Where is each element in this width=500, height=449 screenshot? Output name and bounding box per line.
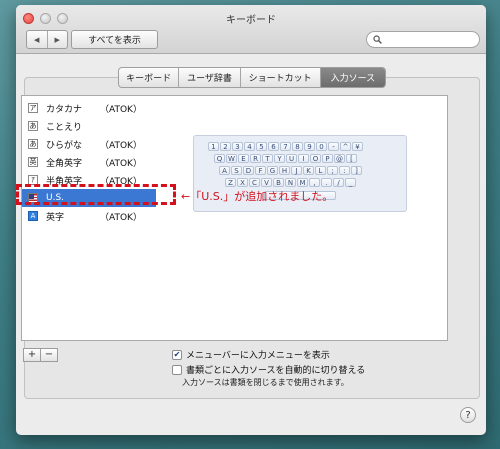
forward-button[interactable]: ▶ — [46, 31, 68, 48]
keyboard-key: M — [297, 178, 308, 187]
keyboard-key: ; — [327, 166, 338, 175]
keyboard-key: . — [321, 178, 332, 187]
keyboard-key: P — [322, 154, 333, 163]
list-item[interactable]: 英 全角英字 （ATOK） — [22, 153, 156, 171]
checkbox-label: 書類ごとに入力ソースを自動的に切り替える — [186, 366, 366, 376]
keyboard-key: R — [250, 154, 261, 163]
keyboard-key: W — [226, 154, 237, 163]
keyboard-row: 1 2 3 4 5 6 7 8 9 0- ^ ¥ — [208, 142, 363, 151]
keyboard-preview-pane — [156, 95, 448, 341]
checkbox-label: メニューバーに入力メニューを表示 — [186, 351, 330, 361]
keyboard-key: V — [261, 178, 272, 187]
list-item-label: 全角英字 — [46, 158, 83, 169]
keyboard-key: ] — [351, 166, 362, 175]
keyboard-key: I — [298, 154, 309, 163]
keyboard-key: ^ — [340, 142, 351, 151]
keyboard-key: 4 — [244, 142, 255, 151]
keyboard-key: H — [279, 166, 290, 175]
keyboard-key: G — [267, 166, 278, 175]
keyboard-row: Z X C V B N M,. / _ — [225, 178, 356, 187]
keyboard-key: T — [262, 154, 273, 163]
tab-keyboard[interactable]: キーボード — [119, 68, 180, 87]
show-input-menu-option[interactable]: ✔ メニューバーに入力メニューを表示 — [172, 348, 330, 361]
keyboard-row: Q W E R T Y U I O P @[ — [214, 154, 357, 163]
keyboard-key: B — [273, 178, 284, 187]
title-bar: キーボード ◀ ▶ すべてを表示 — [16, 5, 486, 54]
preference-tabs: キーボード ユーザ辞書 ショートカット 入力ソース — [118, 67, 386, 88]
keyboard-key: D — [243, 166, 254, 175]
keyboard-key: X — [237, 178, 248, 187]
keyboard-key: Q — [214, 154, 225, 163]
auto-switch-note: 入力ソースは書類を閉じるまで使用されます。 — [182, 378, 349, 387]
show-all-button[interactable]: すべてを表示 — [71, 30, 158, 49]
list-item[interactable]: あ ひらがな （ATOK） — [22, 135, 156, 153]
keyboard-key: K — [303, 166, 314, 175]
keyboard-key: J — [291, 166, 302, 175]
keyboard-key: O — [310, 154, 321, 163]
keyboard-key: _ — [345, 178, 356, 187]
list-item-suffix: （ATOK） — [100, 140, 142, 151]
keyboard-key: 9 — [304, 142, 315, 151]
keyboard-key: Y — [274, 154, 285, 163]
auto-switch-option[interactable]: 書類ごとに入力ソースを自動的に切り替える — [172, 363, 365, 376]
hiragana-icon: あ — [28, 121, 38, 131]
keyboard-key: E — [238, 154, 249, 163]
keyboard-key: C — [249, 178, 260, 187]
list-item[interactable]: A 英字 （ATOK） — [22, 207, 156, 225]
keyboard-key: ¥ — [352, 142, 363, 151]
keyboard-key: 5 — [256, 142, 267, 151]
checkbox-unchecked[interactable] — [172, 364, 182, 375]
list-item[interactable]: あ ことえり — [22, 117, 156, 135]
checkbox-checked[interactable]: ✔ — [172, 349, 182, 360]
list-item-label: カタカナ — [46, 104, 83, 115]
list-item-label: 英字 — [46, 212, 65, 223]
keyboard-key: 0 — [316, 142, 327, 151]
tab-input-sources[interactable]: 入力ソース — [320, 68, 385, 87]
alphabet-icon: A — [28, 211, 38, 221]
katakana-icon: ア — [28, 103, 38, 113]
keyboard-key: / — [333, 178, 344, 187]
tab-user-dictionary[interactable]: ユーザ辞書 — [179, 68, 241, 87]
keyboard-key: - — [328, 142, 339, 151]
list-edit-buttons: + − — [23, 348, 58, 362]
keyboard-key: 7 — [280, 142, 291, 151]
annotation-text: ←「U.S.」が追加されました。 — [181, 190, 334, 203]
keyboard-key: 6 — [268, 142, 279, 151]
keyboard-key: 1 — [208, 142, 219, 151]
window-title: キーボード — [226, 15, 276, 26]
back-forward-control: ◀ ▶ — [26, 30, 68, 49]
highlight-frame — [16, 184, 176, 205]
keyboard-key: : — [339, 166, 350, 175]
back-button[interactable]: ◀ — [27, 31, 47, 48]
remove-button[interactable]: − — [41, 348, 58, 362]
magnifier-icon — [373, 35, 382, 44]
help-button[interactable]: ? — [460, 407, 476, 423]
keyboard-key: @ — [334, 154, 345, 163]
keyboard-key: N — [285, 178, 296, 187]
keyboard-key: Z — [225, 178, 236, 187]
fullwidth-alpha-icon: 英 — [28, 157, 38, 167]
keyboard-key: [ — [346, 154, 357, 163]
list-item-suffix: （ATOK） — [100, 104, 142, 115]
list-item-suffix: （ATOK） — [100, 158, 142, 169]
keyboard-key: , — [309, 178, 320, 187]
add-button[interactable]: + — [23, 348, 41, 362]
keyboard-key: 3 — [232, 142, 243, 151]
keyboard-key: F — [255, 166, 266, 175]
keyboard-key: L — [315, 166, 326, 175]
list-item-label: ひらがな — [46, 140, 83, 151]
keyboard-row: A S D F G H J K L;:] — [219, 166, 362, 175]
list-item-suffix: （ATOK） — [100, 212, 142, 223]
list-item-label: ことえり — [46, 122, 83, 133]
keyboard-key: A — [219, 166, 230, 175]
hiragana-icon: あ — [28, 139, 38, 149]
search-field[interactable] — [366, 31, 480, 48]
keyboard-key: 8 — [292, 142, 303, 151]
keyboard-key: S — [231, 166, 242, 175]
keyboard-key: 2 — [220, 142, 231, 151]
input-source-list[interactable]: ア カタカナ （ATOK） あ ことえり あ ひらがな （ATOK） 英 全角英… — [21, 95, 157, 341]
list-item[interactable]: ア カタカナ （ATOK） — [22, 99, 156, 117]
tab-shortcuts[interactable]: ショートカット — [241, 68, 321, 87]
keyboard-key: U — [286, 154, 297, 163]
